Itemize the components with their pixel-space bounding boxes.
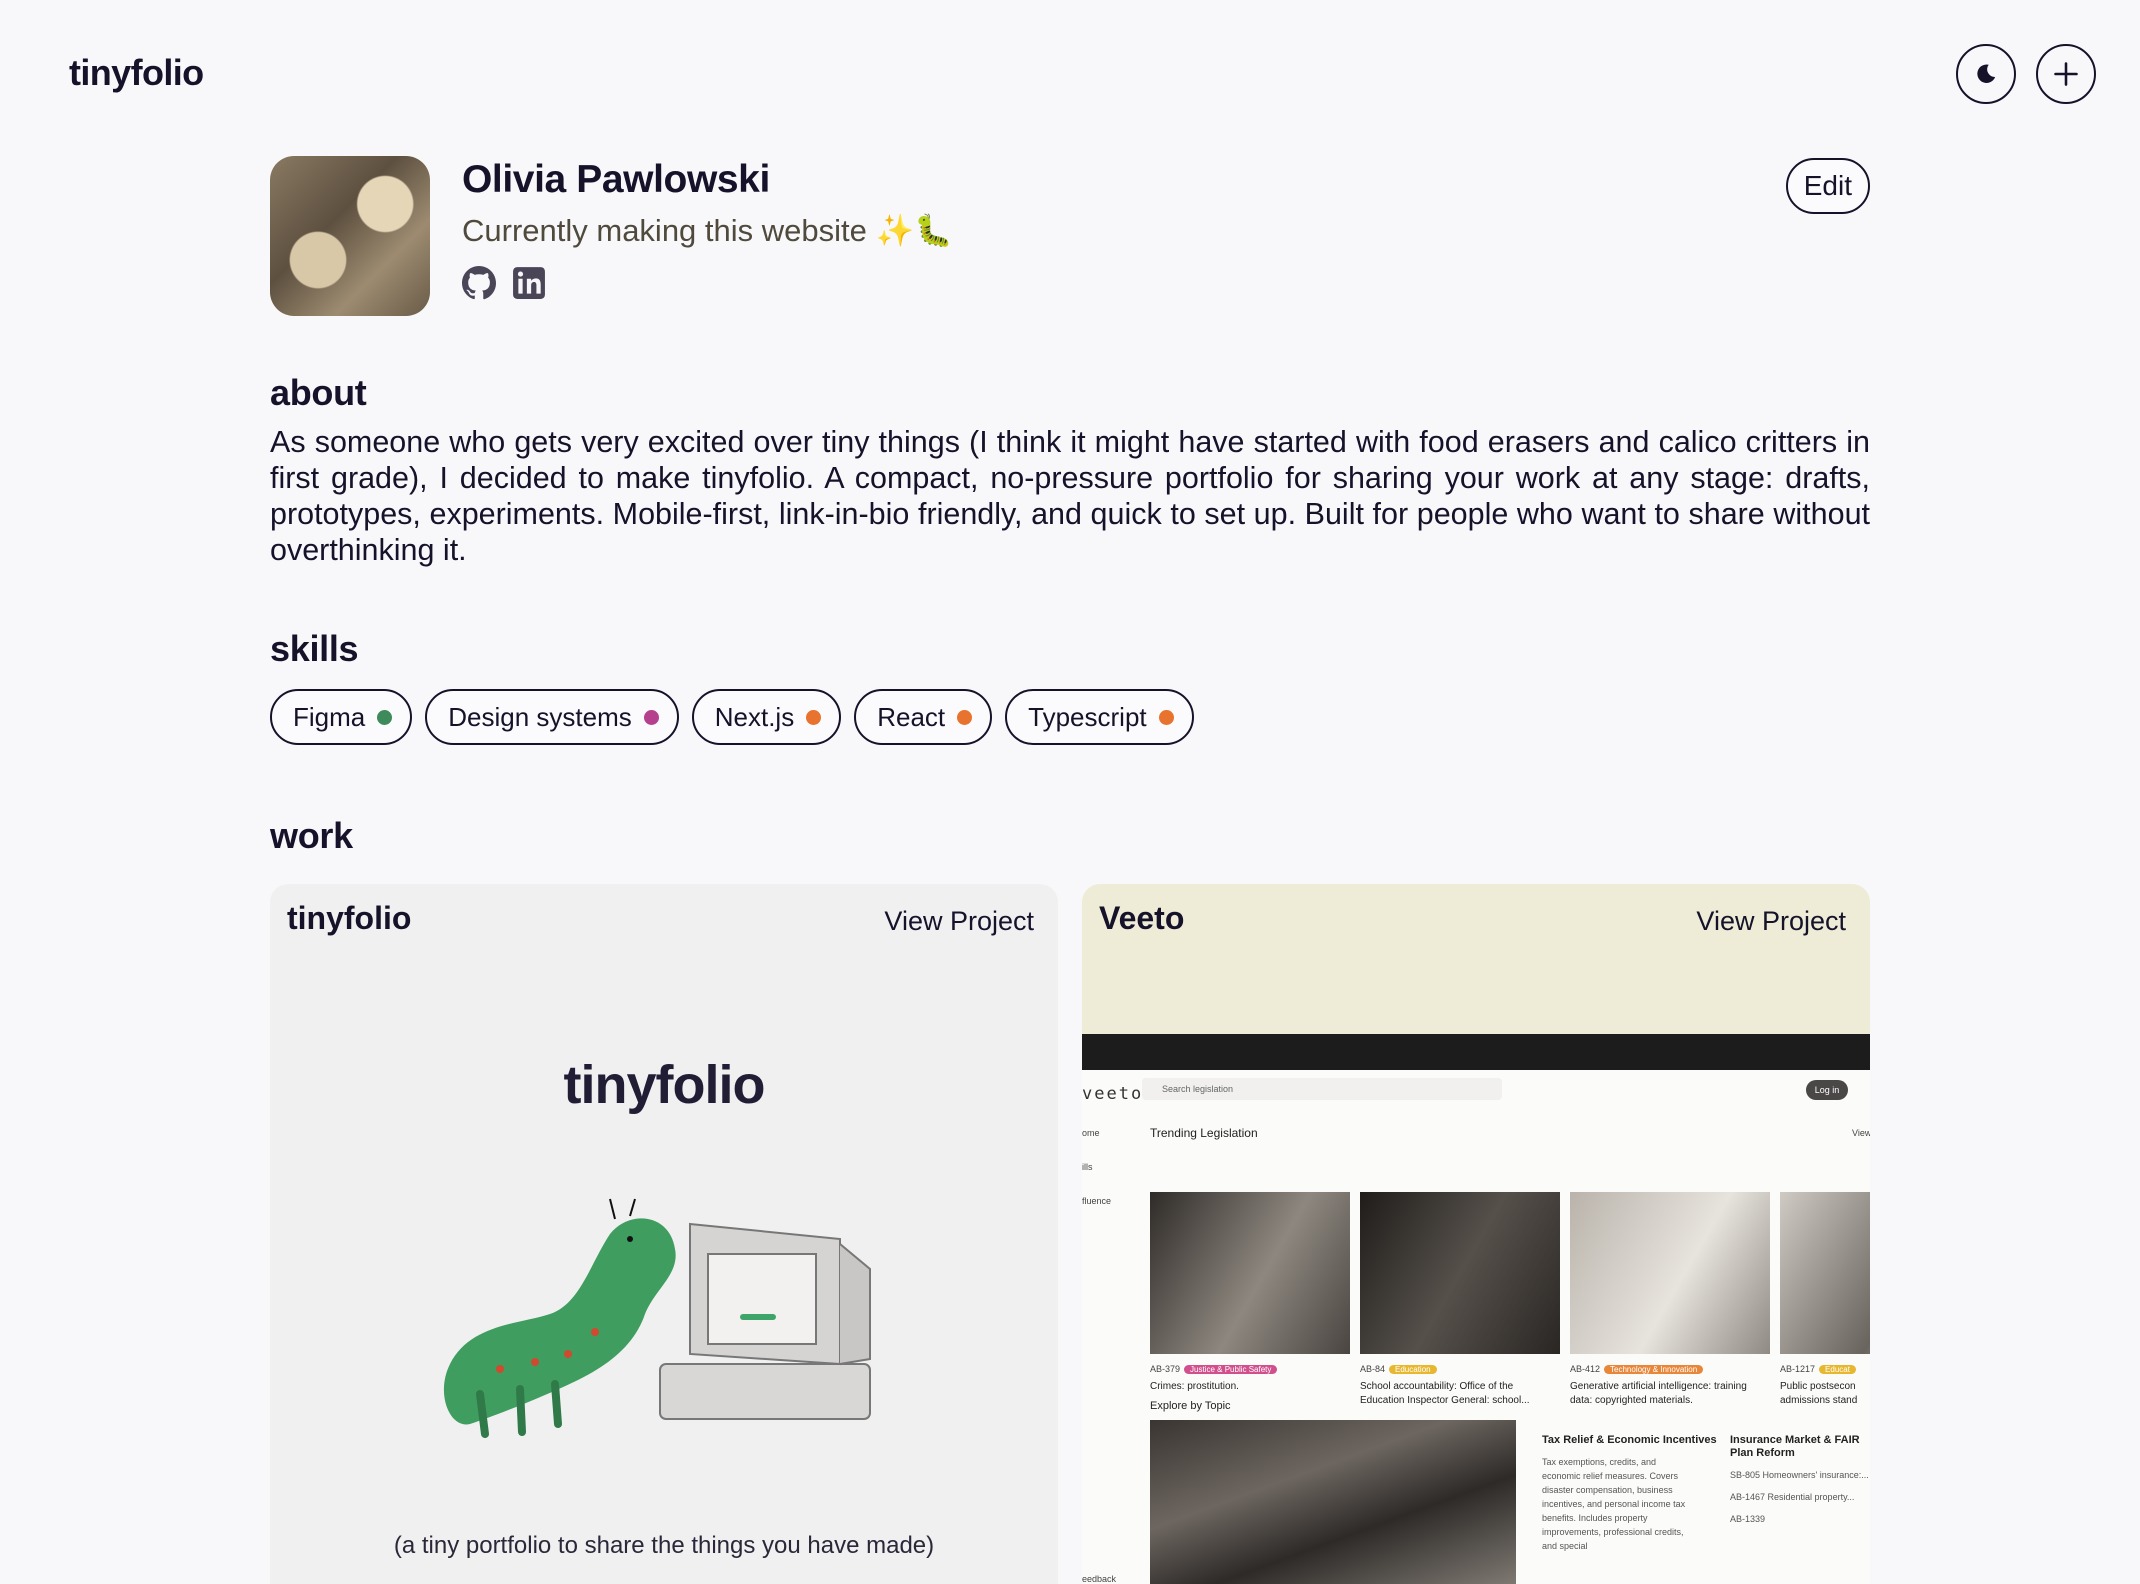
bill-meta: AB-379 Justice & Public Safety xyxy=(1150,1364,1278,1374)
topic-card: Insurance Market & FAIR Plan Reform SB-8… xyxy=(1730,1434,1869,1524)
veeto-view-all: View xyxy=(1852,1128,1870,1138)
bill-meta: AB-412 Technology & Innovation xyxy=(1570,1364,1704,1374)
skill-label: Typescript xyxy=(1028,701,1147,732)
about-body: As someone who gets very excited over ti… xyxy=(270,425,1870,567)
bill-thumb xyxy=(1780,1192,1870,1354)
skill-chip-nextjs[interactable]: Next.js xyxy=(691,689,842,745)
profile-name: Olivia Pawlowski xyxy=(462,158,770,201)
project-title: tinyfolio xyxy=(287,900,412,936)
avatar xyxy=(270,156,430,316)
linkedin-icon[interactable] xyxy=(512,266,546,300)
skill-label: Design systems xyxy=(448,701,632,732)
bill-desc: Generative artificial intelligence: trai… xyxy=(1570,1381,1747,1406)
veeto-explore-title: Explore by Topic xyxy=(1150,1400,1231,1412)
view-project-link[interactable]: View Project xyxy=(884,906,1034,937)
skill-label: Figma xyxy=(293,701,366,732)
veeto-logo: veeto xyxy=(1082,1084,1144,1104)
project-hero-title: tinyfolio xyxy=(563,1055,766,1115)
bill-thumb xyxy=(1360,1192,1560,1354)
top-actions xyxy=(1956,44,2096,104)
profile-header: Olivia Pawlowski Currently making this w… xyxy=(270,156,1870,316)
veeto-nav-item: fluence xyxy=(1082,1196,1112,1206)
browser-bar xyxy=(1082,1034,1870,1070)
social-links xyxy=(462,266,546,300)
skill-dot xyxy=(806,709,822,725)
project-card-veeto[interactable]: Veeto View Project veeto Search legislat… xyxy=(1082,884,1870,1584)
project-screenshot: veeto Search legislation Log in ome ills… xyxy=(1082,1034,1870,1584)
topic-card: Tax Relief & Economic Incentives Tax exe… xyxy=(1542,1434,1717,1551)
skill-chip-figma[interactable]: Figma xyxy=(270,689,413,745)
skill-dot xyxy=(377,709,393,725)
skill-chip-design-systems[interactable]: Design systems xyxy=(425,689,679,745)
bill-meta: AB-84 Education xyxy=(1360,1364,1437,1374)
bill-thumb xyxy=(1570,1192,1770,1354)
bill-thumb xyxy=(1150,1192,1350,1354)
skill-dot xyxy=(957,709,973,725)
veeto-login: Log in xyxy=(1806,1080,1848,1100)
bill-desc: Crimes: prostitution. xyxy=(1150,1381,1239,1392)
work-title: work xyxy=(270,815,353,856)
bill-desc: Public postsecon admissions stand xyxy=(1780,1381,1858,1406)
github-icon[interactable] xyxy=(462,266,496,300)
skill-label: React xyxy=(877,701,946,732)
veeto-trending-title: Trending Legislation xyxy=(1150,1126,1258,1140)
skills-list: Figma Design systems Next.js React Types… xyxy=(270,689,1194,745)
skill-dot xyxy=(643,709,659,725)
about-title: about xyxy=(270,372,367,413)
veeto-nav-item: ome xyxy=(1082,1128,1100,1138)
skill-chip-typescript[interactable]: Typescript xyxy=(1005,689,1194,745)
topic-photo xyxy=(1150,1420,1516,1584)
caterpillar-illustration xyxy=(443,1198,871,1438)
skill-chip-react[interactable]: React xyxy=(854,689,993,745)
profile-tagline: Currently making this website ✨🐛 xyxy=(462,213,953,248)
project-caption: (a tiny portfolio to share the things yo… xyxy=(393,1532,935,1559)
skill-label: Next.js xyxy=(714,701,795,732)
bill-meta: AB-1217 Educat xyxy=(1780,1364,1856,1374)
brand-logo[interactable]: tinyfolio xyxy=(69,52,204,94)
bill-desc: School accountability: Office of the Edu… xyxy=(1360,1381,1530,1406)
veeto-nav-item: ills xyxy=(1082,1162,1093,1172)
theme-toggle-button[interactable] xyxy=(1956,44,2016,104)
moon-icon xyxy=(1977,64,1996,83)
plus-icon xyxy=(2054,62,2078,86)
project-title: Veeto xyxy=(1099,900,1185,936)
edit-button[interactable]: Edit xyxy=(1785,158,1870,214)
add-button[interactable] xyxy=(2036,44,2096,104)
veeto-search: Search legislation xyxy=(1142,1078,1502,1100)
skill-dot xyxy=(1158,709,1174,725)
view-project-link[interactable]: View Project xyxy=(1696,906,1846,937)
project-card-tinyfolio[interactable]: tinyfolio View Project tinyfolio (a tiny… xyxy=(270,884,1058,1584)
skills-title: skills xyxy=(270,628,359,669)
